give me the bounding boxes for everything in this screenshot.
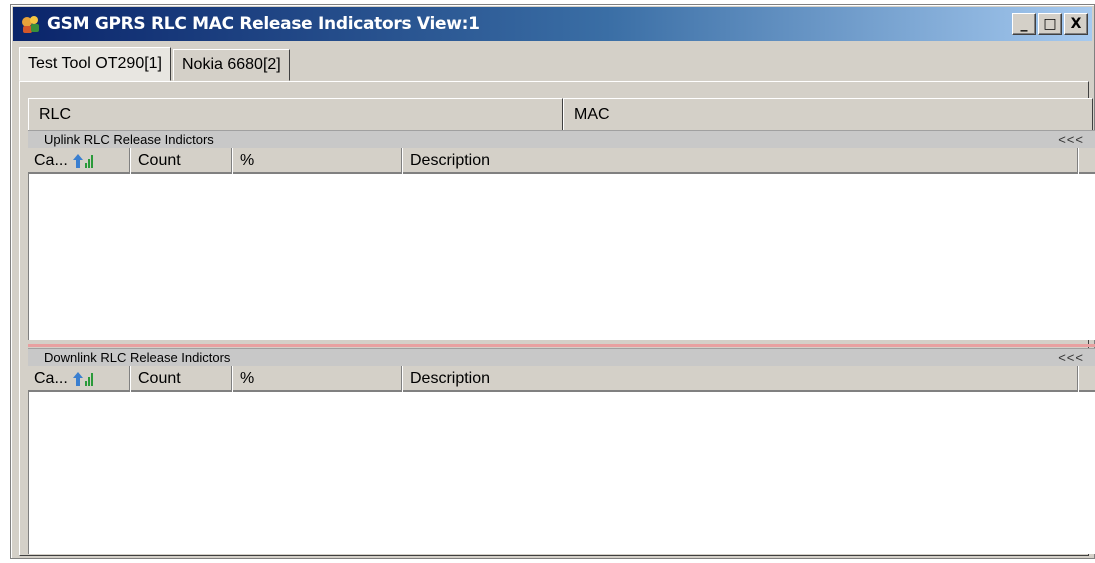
tab-rlc[interactable]: RLC <box>28 98 563 130</box>
title-bar[interactable]: GSM GPRS RLC MAC Release Indicators View… <box>13 7 1092 41</box>
maximize-button[interactable]: □ <box>1038 13 1062 35</box>
device-tabs: Test Tool OT290[1] Nokia 6680[2] <box>19 47 290 81</box>
sort-arrow-icon <box>72 153 94 169</box>
protocol-tabs: RLC MAC <box>28 98 1093 130</box>
downlink-pane: Downlink RLC Release Indictors <<< Ca... <box>28 348 1095 554</box>
downlink-col-category[interactable]: Ca... <box>28 366 130 392</box>
downlink-column-header: Ca... Count % Description <box>28 366 1095 392</box>
uplink-pane-title: Uplink RLC Release Indictors <box>44 132 214 147</box>
downlink-col-count[interactable]: Count <box>130 366 232 392</box>
uplink-pane-header: Uplink RLC Release Indictors <<< <box>28 130 1095 148</box>
minimize-button[interactable]: _ <box>1012 13 1036 35</box>
downlink-col-percent[interactable]: % <box>232 366 402 392</box>
pane-splitter[interactable] <box>28 344 1095 347</box>
downlink-list[interactable] <box>28 392 1095 554</box>
uplink-col-count[interactable]: Count <box>130 148 232 174</box>
uplink-col-percent[interactable]: % <box>232 148 402 174</box>
downlink-pane-title: Downlink RLC Release Indictors <box>44 350 231 365</box>
sort-arrow-icon <box>72 371 94 387</box>
tab-test-tool[interactable]: Test Tool OT290[1] <box>19 47 171 81</box>
downlink-col-filler <box>1078 366 1095 392</box>
downlink-pane-header: Downlink RLC Release Indictors <<< <box>28 348 1095 366</box>
uplink-col-filler <box>1078 148 1095 174</box>
tab-nokia-6680[interactable]: Nokia 6680[2] <box>173 49 290 81</box>
uplink-col-category[interactable]: Ca... <box>28 148 130 174</box>
app-window: GSM GPRS RLC MAC Release Indicators View… <box>10 4 1095 559</box>
app-icon <box>19 13 41 35</box>
tab-mac[interactable]: MAC <box>563 98 1093 130</box>
uplink-col-category-label: Ca... <box>34 152 68 169</box>
uplink-list[interactable] <box>28 174 1095 340</box>
uplink-col-description[interactable]: Description <box>402 148 1078 174</box>
close-button[interactable]: X <box>1064 13 1088 35</box>
tab-page: RLC MAC Uplink RLC Release Indictors <<<… <box>19 81 1095 556</box>
uplink-collapse-button[interactable]: <<< <box>1058 132 1084 147</box>
uplink-column-header: Ca... Count % Description <box>28 148 1095 174</box>
uplink-pane: Uplink RLC Release Indictors <<< Ca... C… <box>28 130 1095 340</box>
window-title: GSM GPRS RLC MAC Release Indicators View… <box>47 14 480 34</box>
downlink-col-description[interactable]: Description <box>402 366 1078 392</box>
downlink-col-category-label: Ca... <box>34 370 68 387</box>
downlink-collapse-button[interactable]: <<< <box>1058 350 1084 365</box>
